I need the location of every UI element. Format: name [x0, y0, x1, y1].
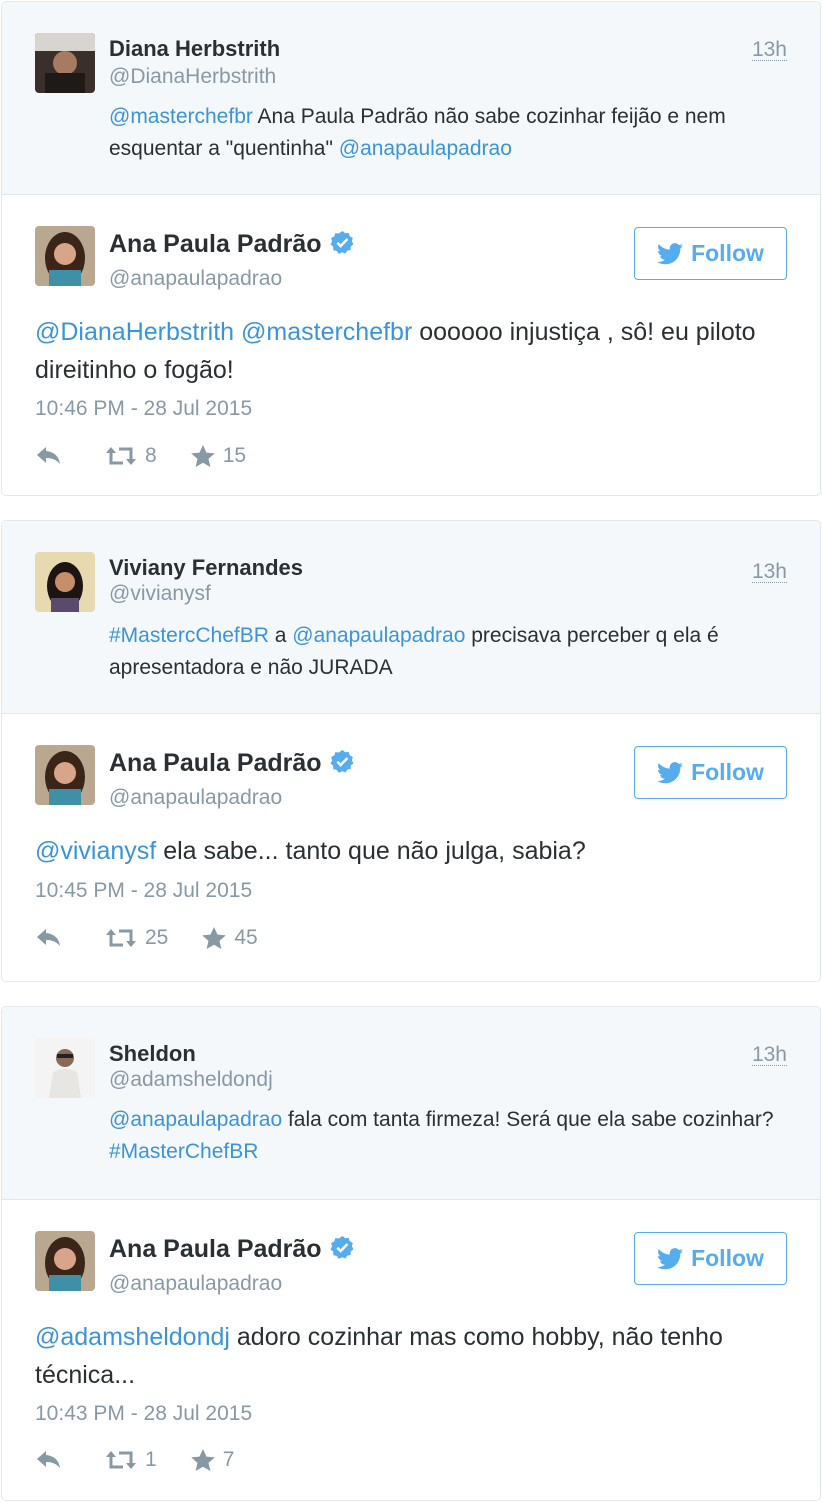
mention-link[interactable]: @anapaulapadrao — [339, 137, 512, 160]
tweet-text: @vivianysf ela sabe... tanto que não jul… — [35, 832, 760, 870]
star-icon — [190, 1448, 215, 1471]
retweet-action[interactable]: 25 — [105, 926, 168, 950]
favorite-count: 45 — [234, 926, 258, 949]
author-handle[interactable]: @anapaulapadrao — [109, 1272, 282, 1296]
author-name[interactable]: Diana Herbstrith — [109, 36, 280, 62]
follow-button[interactable]: Follow — [634, 746, 787, 799]
avatar[interactable] — [35, 226, 95, 286]
author-name-text[interactable]: Ana Paula Padrão — [109, 749, 322, 777]
author-handle[interactable]: @anapaulapadrao — [109, 267, 282, 291]
author-name[interactable]: Ana Paula Padrão — [109, 1235, 355, 1264]
verified-badge-icon — [330, 1236, 354, 1259]
verified-badge-icon — [330, 750, 354, 773]
tweet-text: @masterchefbr Ana Paula Padrão não sabe … — [109, 101, 790, 165]
author-name[interactable]: Sheldon — [109, 1041, 196, 1067]
follow-label: Follow — [691, 240, 764, 266]
tweet-actions: 1 7 — [35, 1448, 234, 1472]
tweet-card: Viviany Fernandes @vivianysf 13h #Master… — [1, 520, 821, 982]
mention-link[interactable]: @masterchefbr — [109, 105, 253, 128]
retweet-count: 25 — [145, 926, 169, 949]
author-name-text[interactable]: Ana Paula Padrão — [109, 230, 322, 258]
favorite-count: 15 — [222, 444, 247, 467]
favorite-action[interactable]: 15 — [190, 444, 247, 468]
author-handle[interactable]: @anapaulapadrao — [109, 786, 282, 810]
tweet-timestamp[interactable]: 13h — [751, 39, 787, 61]
verified-badge-icon — [330, 231, 354, 254]
tweet-timestamp[interactable]: 13h — [751, 1044, 787, 1066]
text-segment: ela sabe... tanto que não julga, sabia? — [156, 837, 586, 865]
tweet-date[interactable]: 10:46 PM - 28 Jul 2015 — [35, 397, 252, 421]
mention-link[interactable]: @DianaHerbstrith — [35, 318, 234, 346]
tweet-actions: 25 45 — [35, 926, 258, 950]
bird-icon — [657, 761, 684, 783]
retweet-icon — [106, 447, 136, 465]
star-icon — [190, 444, 215, 467]
author-handle[interactable]: @DianaHerbstrith — [109, 65, 276, 89]
star-icon — [202, 926, 227, 949]
tweet-date[interactable]: 10:45 PM - 28 Jul 2015 — [35, 879, 252, 903]
tweet-text: @anapaulapadrao fala com tanta firmeza! … — [109, 1104, 790, 1168]
reply-icon[interactable] — [35, 1449, 63, 1471]
follow-label: Follow — [691, 1245, 764, 1271]
avatar[interactable] — [35, 552, 95, 612]
author-handle[interactable]: @vivianysf — [109, 582, 211, 606]
bird-icon — [657, 1247, 684, 1269]
text-segment — [234, 318, 241, 346]
tweet-text: @DianaHerbstrith @masterchefbr oooooo in… — [35, 313, 760, 389]
parent-tweet[interactable]: Diana Herbstrith @DianaHerbstrith 13h @m… — [2, 2, 820, 195]
tweet-text: #MastercChefBR a @anapaulapadrao precisa… — [109, 620, 790, 684]
author-handle[interactable]: @adamsheldondj — [109, 1068, 273, 1092]
author-name[interactable]: Viviany Fernandes — [109, 555, 303, 581]
parent-tweet[interactable]: Sheldon @adamsheldondj 13h @anapaulapadr… — [2, 1007, 820, 1200]
retweet-count: 1 — [145, 1448, 157, 1471]
follow-button[interactable]: Follow — [634, 1232, 787, 1285]
retweet-action[interactable]: 1 — [105, 1448, 157, 1472]
retweet-action[interactable]: 8 — [105, 444, 157, 468]
mention-link[interactable]: @anapaulapadrao — [109, 1108, 282, 1131]
retweet-icon — [106, 929, 136, 947]
text-segment: fala com tanta firmeza! Será que ela sab… — [282, 1108, 774, 1131]
follow-button[interactable]: Follow — [634, 227, 787, 280]
tweet-timestamp[interactable]: 13h — [751, 561, 787, 583]
hashtag-link[interactable]: #MasterChefBR — [109, 1140, 258, 1163]
mention-link[interactable]: @masterchefbr — [241, 318, 412, 346]
bird-icon — [657, 242, 684, 264]
mention-link[interactable]: @vivianysf — [35, 837, 156, 865]
avatar[interactable] — [35, 745, 95, 805]
favorite-count: 7 — [222, 1448, 235, 1471]
tweet-date[interactable]: 10:43 PM - 28 Jul 2015 — [35, 1402, 252, 1426]
tweet-text: @adamsheldondj adoro cozinhar mas como h… — [35, 1318, 760, 1394]
text-segment: a — [268, 624, 293, 647]
favorite-action[interactable]: 45 — [202, 926, 258, 950]
reply-icon[interactable] — [35, 445, 63, 467]
mention-link[interactable]: @anapaulapadrao — [292, 624, 465, 647]
retweet-count: 8 — [145, 444, 157, 467]
mention-link[interactable]: @adamsheldondj — [35, 1323, 230, 1351]
tweet-card: Diana Herbstrith @DianaHerbstrith 13h @m… — [1, 1, 821, 496]
author-name[interactable]: Ana Paula Padrão — [109, 230, 355, 259]
tweet-card: Sheldon @adamsheldondj 13h @anapaulapadr… — [1, 1006, 821, 1501]
retweet-icon — [106, 1451, 136, 1469]
hashtag-link[interactable]: #MastercChefBR — [109, 624, 269, 647]
parent-tweet[interactable]: Viviany Fernandes @vivianysf 13h #Master… — [2, 521, 820, 714]
avatar[interactable] — [35, 1231, 95, 1291]
avatar[interactable] — [35, 33, 95, 93]
follow-label: Follow — [691, 759, 764, 785]
author-name[interactable]: Ana Paula Padrão — [109, 749, 355, 778]
avatar[interactable] — [35, 1038, 95, 1098]
reply-icon[interactable] — [35, 927, 63, 949]
author-name-text[interactable]: Ana Paula Padrão — [109, 1235, 322, 1263]
tweet-actions: 8 15 — [35, 444, 246, 468]
favorite-action[interactable]: 7 — [190, 1448, 235, 1472]
